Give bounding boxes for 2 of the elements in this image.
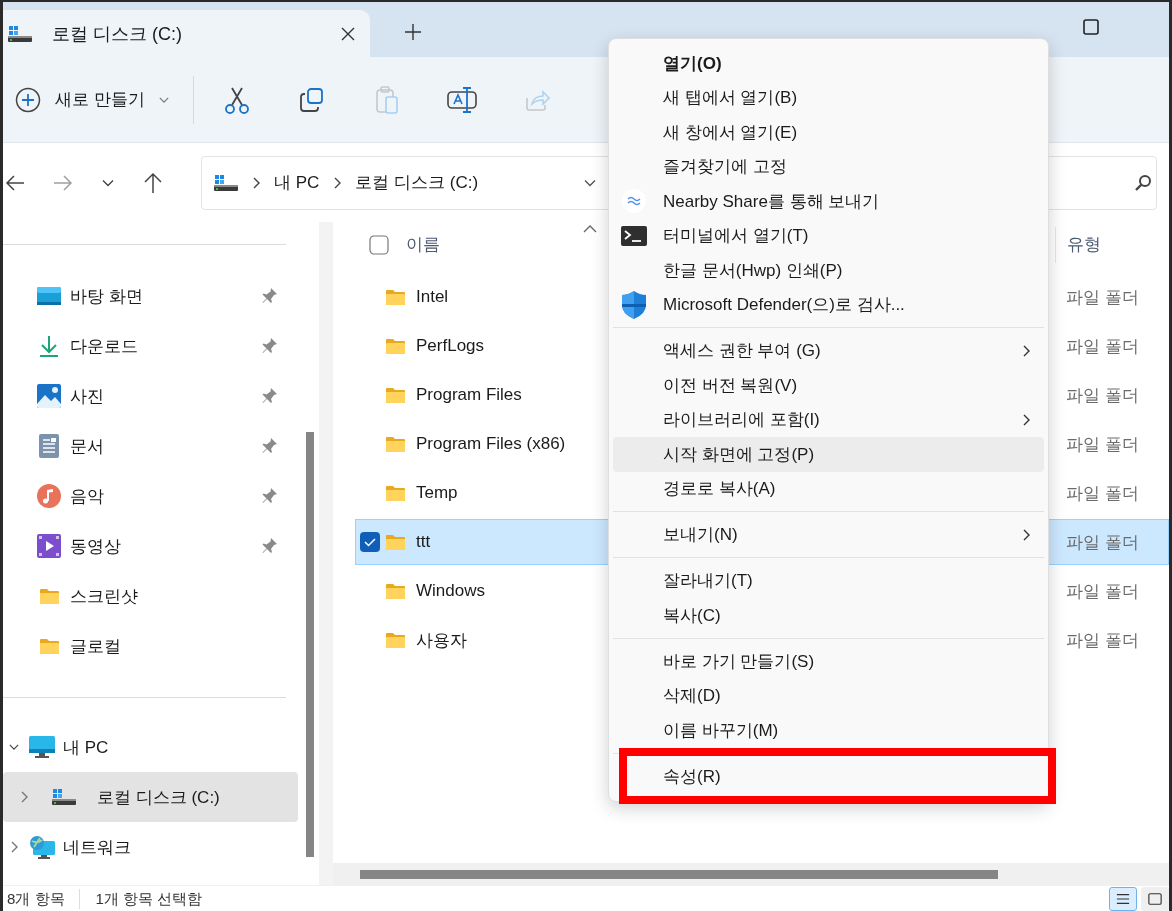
item-count: 8개 항목 [6,889,66,909]
selection-count: 1개 항목 선택함 [94,889,204,909]
